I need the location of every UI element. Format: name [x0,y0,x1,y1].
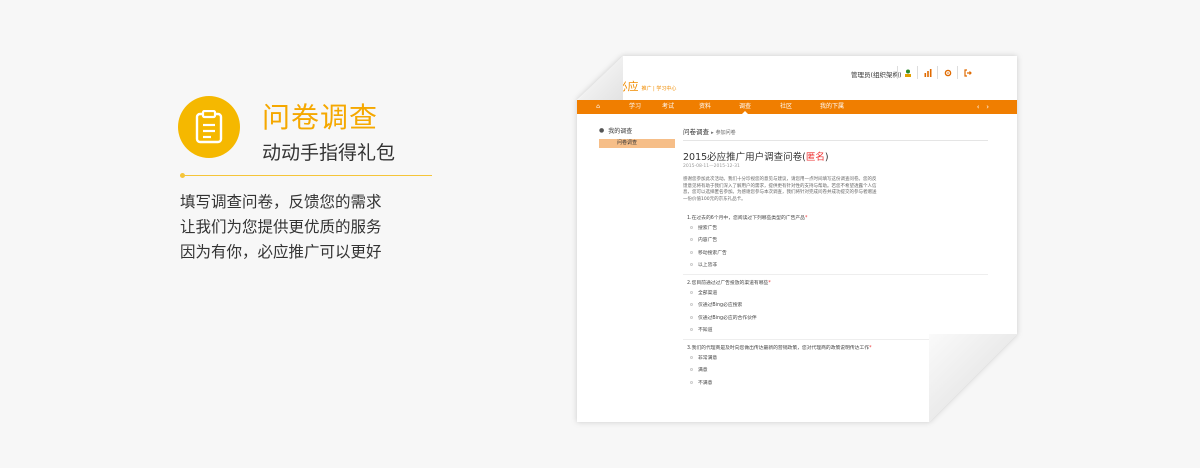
settings-icon[interactable] [937,66,957,79]
question-text: 2.您目前通过过广告投放的渠道有哪些* [687,279,988,286]
nav-item-survey[interactable]: 调查 [725,100,765,114]
option[interactable]: 仅通过Bing必应搜索 [687,299,988,312]
nav-item-subordinates[interactable]: 我的下属 [807,100,857,114]
option[interactable]: 全部渠道 [687,286,988,299]
checkbox[interactable] [690,238,693,242]
main-nav: ⌂ 学习 考试 资料 调查 社区 我的下属 ‹ › [577,100,1017,114]
breadcrumb: 问卷调查 ▸ 参加问卷 [683,126,988,136]
survey-title-close: ) [824,152,829,163]
breadcrumb-divider [683,140,988,141]
anonymous-tag: 匿名 [805,152,825,163]
survey-title: 2015必应推广用户调查问卷(匿名) [683,149,988,163]
logout-icon[interactable] [957,66,977,79]
sidebar-header-label: 我的调查 [608,127,633,135]
breadcrumb-sep-icon: ▸ [711,130,714,136]
option-label: 内容广告 [698,238,718,244]
checkbox[interactable] [690,263,693,267]
option[interactable]: 以上皆非 [687,259,988,272]
nav-item-exam[interactable]: 考试 [651,100,685,114]
sidebar: ● 我的调查 问卷调查 [599,124,675,148]
clipboard-icon-badge [178,96,240,158]
logo-sub: 推广 | 学习中心 [641,86,677,92]
survey-intro: 感谢您参加此次活动。我们十分珍视您的意见与建议，请您用一点时间填写这份调查问卷。… [683,177,877,202]
question-label: 2.您目前通过过广告投放的渠道有哪些 [687,281,769,286]
chat-icon: ● [599,126,605,134]
admin-label[interactable]: 管理员(组织架构) [851,69,902,79]
option-label: 仅通过Bing必应的合作伙伴 [698,315,757,321]
header-toolbar [897,66,977,79]
option-label: 满意 [698,368,708,374]
checkbox[interactable] [690,315,693,319]
user-icon[interactable] [897,66,917,79]
promo-subtitle: 动动手指得礼包 [262,142,396,164]
sidebar-item-survey[interactable]: 问卷调查 [599,139,675,148]
option-label: 移动搜索广告 [698,250,727,256]
question: 2.您目前通过过广告投放的渠道有哪些* 全部渠道 仅通过Bing必应搜索 仅通过… [683,279,988,340]
chevron-left-icon[interactable]: ‹ [977,103,980,111]
option-label: 全部渠道 [698,290,718,296]
required-mark: * [768,281,771,286]
option[interactable]: 仅通过Bing必应的合作伙伴 [687,311,988,324]
promo-text: 填写调查问卷，反馈您的需求 让我们为您提供更优质的服务 因为有你，必应推广可以更… [180,190,382,265]
page-fold-top-left [577,56,623,100]
checkbox[interactable] [690,290,693,294]
option-label: 搜索广告 [698,225,718,231]
survey-title-text: 2015必应推广用户调查问卷( [683,152,806,163]
chevron-right-icon[interactable]: › [986,103,989,111]
survey-page: b 必应 推广 | 学习中心 管理员(组织架构) ⌂ 学习 考试 资料 [577,56,1017,422]
promo-divider [180,173,432,178]
option-label: 不知道 [698,328,713,334]
promo-line: 填写调查问卷，反馈您的需求 [180,193,382,211]
paper-screenshot: b 必应 推广 | 学习中心 管理员(组织架构) ⌂ 学习 考试 资料 [577,56,1017,422]
required-mark: * [804,216,808,221]
option[interactable]: 移动搜索广告 [687,246,988,259]
promo-line: 因为有你，必应推广可以更好 [180,243,382,261]
chart-icon[interactable] [917,66,937,79]
nav-item-community[interactable]: 社区 [765,100,807,114]
clipboard-icon [195,110,223,144]
page-fold-bottom-right [929,334,1017,422]
option[interactable]: 内容广告 [687,234,988,247]
option-label: 仅通过Bing必应搜索 [698,303,743,309]
home-icon[interactable]: ⌂ [577,100,619,114]
question-label: 3.我们的代理商是及时向您做出传达最新的营销政策，您对代理商的政策说明传达工作 [687,346,870,351]
breadcrumb-root[interactable]: 问卷调查 [683,128,709,136]
radio-button[interactable] [690,355,693,359]
nav-item-study[interactable]: 学习 [619,100,651,114]
question-text: 1.在过去的6个月中，您阅读过下列哪些类型的广告产品* [687,214,988,221]
question-label: 1.在过去的6个月中，您阅读过下列哪些类型的广告产品 [687,216,805,221]
checkbox[interactable] [690,250,693,254]
checkbox[interactable] [690,303,693,307]
promo-title: 问卷调查 [262,101,379,134]
radio-button[interactable] [690,380,693,384]
question-divider [683,274,988,275]
required-mark: * [869,346,872,351]
divider-dot [180,173,185,178]
breadcrumb-current: 参加问卷 [715,130,736,136]
option[interactable]: 搜索广告 [687,221,988,234]
nav-arrows: ‹ › [977,100,989,114]
nav-item-materials[interactable]: 资料 [685,100,725,114]
option-label: 不满意 [698,380,713,386]
promo-line: 让我们为您提供更优质的服务 [180,218,382,236]
option-label: 以上皆非 [698,263,718,269]
survey-date: 2015-08-11—2015-12-31 [683,164,740,169]
sidebar-header[interactable]: ● 我的调查 [599,124,675,136]
checkbox[interactable] [690,225,693,229]
option-label: 非常满意 [698,355,718,361]
radio-button[interactable] [690,368,693,372]
checkbox[interactable] [690,328,693,332]
question: 1.在过去的6个月中，您阅读过下列哪些类型的广告产品* 搜索广告 内容广告 移动… [683,214,988,275]
